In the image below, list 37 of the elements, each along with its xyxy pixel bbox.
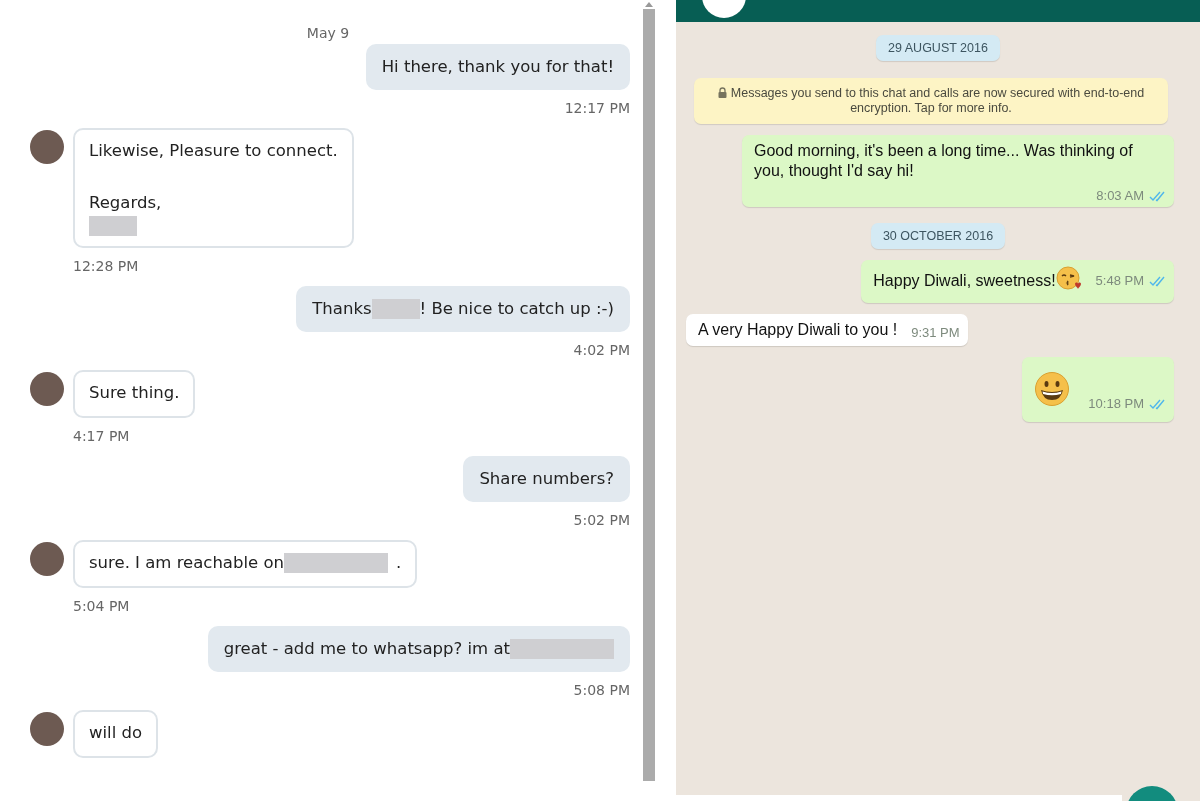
- avatar: [30, 712, 64, 746]
- message-text: ! Be nice to catch up :-): [419, 298, 614, 320]
- date-chip: 30 OCTOBER 2016: [870, 223, 1006, 249]
- timestamp: 12:17 PM: [564, 99, 630, 118]
- avatar: [30, 130, 64, 164]
- grinning-face-icon: [1034, 371, 1070, 407]
- timestamp: 9:31 PM: [911, 324, 960, 342]
- message-text: .: [396, 552, 402, 574]
- lock-icon: [717, 87, 727, 98]
- message-text: Likewise, Pleasure to connect.: [89, 140, 338, 162]
- message-text: Happy Diwali, sweetness!: [873, 266, 1082, 297]
- timestamp: 4:17 PM: [73, 427, 130, 446]
- timestamp: 12:28 PM: [73, 257, 139, 276]
- message-text: will do: [89, 722, 143, 744]
- timestamp: 5:48 PM: [1095, 272, 1144, 290]
- message-text: Hi there, thank you for that!: [381, 56, 614, 78]
- avatar: [30, 542, 64, 576]
- timestamp: 5:02 PM: [573, 511, 630, 530]
- message-text: A very Happy Diwali to you !: [698, 320, 898, 340]
- message-text: great - add me to whatsapp? im at: [223, 638, 510, 660]
- encryption-notice[interactable]: Messages you send to this chat and calls are now secured with end-to-end encryption. Tap for more info.: [694, 78, 1168, 124]
- message-input-bar[interactable]: [676, 795, 1122, 801]
- avatar: [30, 372, 64, 406]
- date-chip: 29 AUGUST 2016: [876, 35, 1000, 61]
- date-label: May 9: [306, 24, 350, 43]
- message-text: Regards,: [89, 192, 162, 214]
- message-text: Sure thing.: [89, 382, 180, 404]
- message-text: Good morning, it's been a long time... Was thinking of you, thought I'd say hi!: [754, 141, 1134, 181]
- timestamp: 8:03 AM: [1096, 187, 1144, 205]
- timestamp: 5:08 PM: [573, 681, 630, 700]
- message-text: Thanks: [312, 298, 372, 320]
- timestamp: 4:02 PM: [573, 341, 630, 360]
- timestamp: 5:04 PM: [73, 597, 130, 616]
- timestamp: 10:18 PM: [1088, 395, 1144, 413]
- kissing-face-icon: [1055, 266, 1082, 292]
- message-text: sure. I am reachable on: [89, 552, 284, 574]
- message-text: Share numbers?: [479, 468, 614, 490]
